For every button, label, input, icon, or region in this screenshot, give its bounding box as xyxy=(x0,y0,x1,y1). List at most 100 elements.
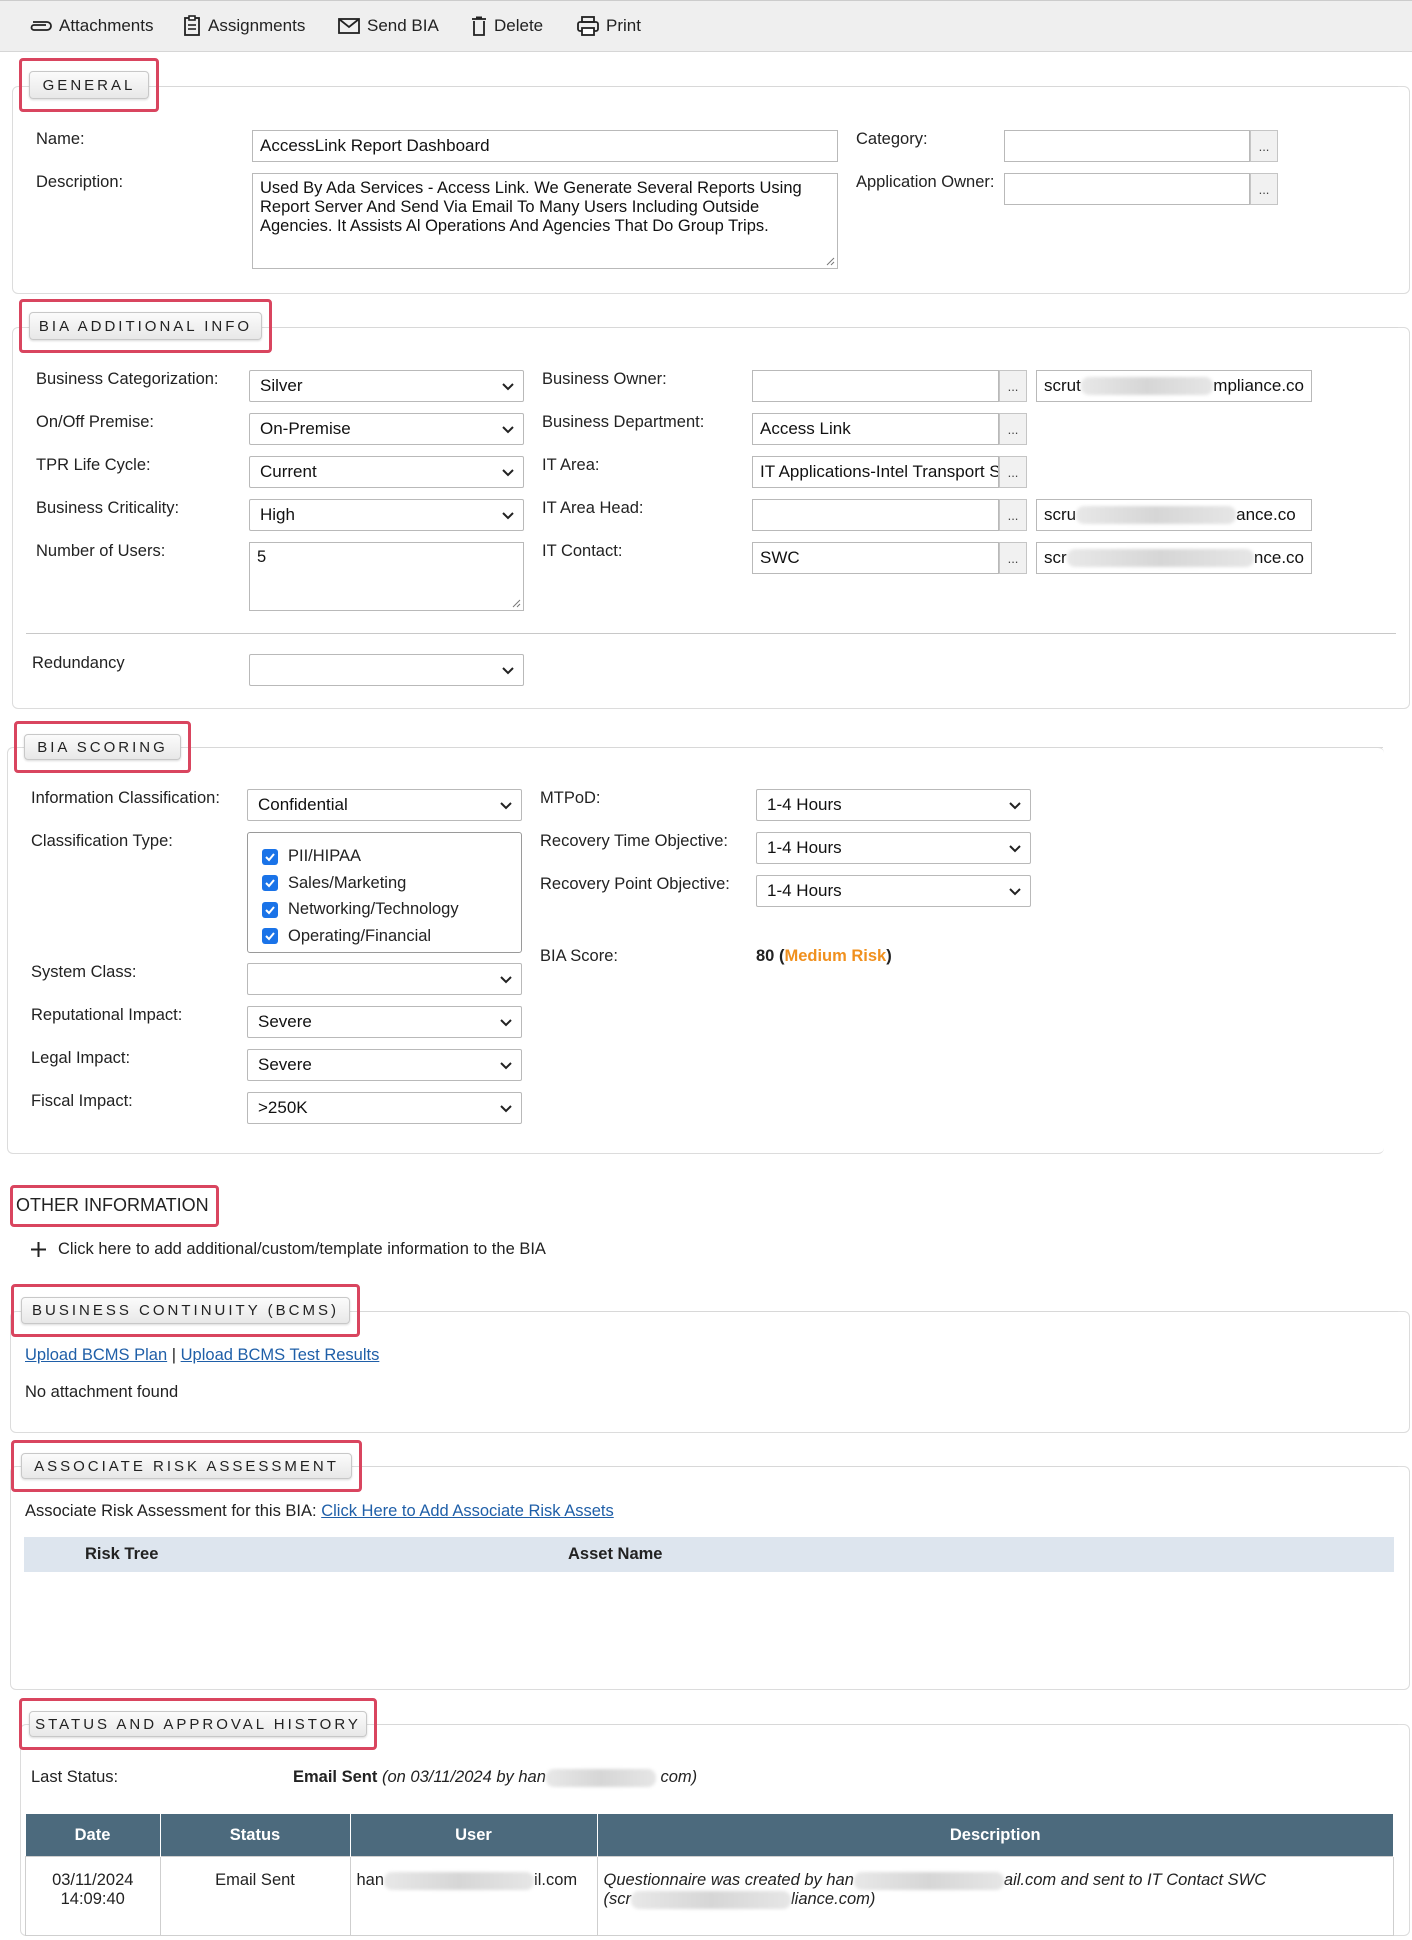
upload-bcms-test-results-link[interactable]: Upload BCMS Test Results xyxy=(181,1346,380,1364)
rpo-label: Recovery Point Objective: xyxy=(540,875,730,893)
rto-select[interactable]: 1-4 Hours xyxy=(756,832,1031,864)
business-owner-email-start: scrut xyxy=(1044,376,1081,395)
row-desc-line2-end: liance.com) xyxy=(791,1890,876,1908)
asset-name-column-header[interactable]: Asset Name xyxy=(568,1545,662,1564)
business-categorization-select[interactable]: Silver xyxy=(249,370,524,402)
redundancy-divider xyxy=(26,633,1396,634)
application-owner-lookup-button[interactable]: ... xyxy=(1250,173,1278,205)
chevron-down-icon xyxy=(1009,845,1021,853)
status-history-table: Date Status User Description 03/11/2024 … xyxy=(25,1814,1394,1936)
business-department-input[interactable]: Access Link xyxy=(752,413,999,445)
it-contact-input[interactable]: SWC xyxy=(752,542,999,574)
classification-type-item[interactable]: PII/HIPAA xyxy=(262,843,521,870)
classification-type-item[interactable]: Sales/Marketing xyxy=(262,870,521,897)
description-label: Description: xyxy=(36,173,124,191)
delete-button[interactable]: Delete xyxy=(471,13,543,39)
fiscal-impact-select[interactable]: >250K xyxy=(247,1092,522,1124)
business-department-lookup-button[interactable]: ... xyxy=(999,413,1027,445)
it-area-head-lookup-button[interactable]: ... xyxy=(999,499,1027,531)
information-classification-select[interactable]: Confidential xyxy=(247,789,522,821)
table-row: 03/11/2024 14:09:40 Email Sent han il.com… xyxy=(25,1856,1394,1936)
upload-bcms-plan-link[interactable]: Upload BCMS Plan xyxy=(25,1346,167,1364)
classification-type-label-text: PII/HIPAA xyxy=(288,847,362,865)
information-classification-value: Confidential xyxy=(258,795,348,814)
business-department-label: Business Department: xyxy=(542,413,705,431)
business-owner-input[interactable] xyxy=(752,370,999,402)
reputational-impact-select[interactable]: Severe xyxy=(247,1006,522,1038)
it-contact-email-start: scr xyxy=(1044,548,1067,567)
chevron-down-icon xyxy=(502,383,514,391)
last-status-detail-end: com) xyxy=(660,1768,698,1786)
on-off-premise-select[interactable]: On-Premise xyxy=(249,413,524,445)
business-owner-label: Business Owner: xyxy=(542,370,667,388)
risk-divider xyxy=(361,1466,1398,1467)
system-class-select[interactable] xyxy=(247,963,522,995)
application-owner-input[interactable] xyxy=(1004,173,1250,205)
classification-type-item[interactable]: Networking/Technology xyxy=(262,896,521,923)
description-column-header[interactable]: Description xyxy=(597,1814,1394,1857)
envelope-icon xyxy=(338,18,360,34)
clipboard-icon xyxy=(184,15,200,36)
bia-scoring-panel xyxy=(7,747,1384,1154)
mtpod-select[interactable]: 1-4 Hours xyxy=(756,789,1031,821)
row-desc-line2-start: (scr xyxy=(603,1890,632,1908)
checkbox-checked-icon[interactable] xyxy=(262,848,278,865)
category-lookup-button[interactable]: ... xyxy=(1250,130,1278,162)
name-label: Name: xyxy=(36,130,85,148)
tpr-life-cycle-select[interactable]: Current xyxy=(249,456,524,488)
chevron-down-icon xyxy=(502,469,514,477)
general-header: GENERAL xyxy=(19,58,159,112)
attachments-button[interactable]: Attachments xyxy=(28,13,154,39)
add-custom-info-link[interactable]: Click here to add additional/custom/temp… xyxy=(30,1240,546,1259)
business-owner-lookup-button[interactable]: ... xyxy=(999,370,1027,402)
chevron-down-icon xyxy=(502,667,514,675)
user-cell: han il.com xyxy=(349,1856,598,1936)
it-area-head-email-end: ance.co xyxy=(1236,505,1296,524)
checkbox-checked-icon[interactable] xyxy=(262,928,278,945)
user-column-header[interactable]: User xyxy=(350,1814,598,1857)
checkbox-checked-icon[interactable] xyxy=(262,901,278,918)
rpo-value: 1-4 Hours xyxy=(767,881,842,900)
classification-type-label-text: Operating/Financial xyxy=(288,926,432,945)
date-column-header[interactable]: Date xyxy=(25,1814,161,1857)
name-input[interactable]: AccessLink Report Dashboard xyxy=(252,130,838,162)
checkbox-checked-icon[interactable] xyxy=(262,875,278,892)
send-bia-button[interactable]: Send BIA xyxy=(338,13,439,39)
it-area-lookup-button[interactable]: ... xyxy=(999,456,1027,488)
business-criticality-select[interactable]: High xyxy=(249,499,524,531)
category-input[interactable] xyxy=(1004,130,1250,162)
add-risk-assets-link[interactable]: Click Here to Add Associate Risk Assets xyxy=(321,1502,614,1520)
tpr-life-cycle-value: Current xyxy=(260,462,317,481)
bcms-divider xyxy=(359,1311,1398,1312)
it-contact-lookup-button[interactable]: ... xyxy=(999,542,1027,574)
print-button[interactable]: Print xyxy=(577,13,641,39)
bia-additional-divider xyxy=(271,327,1398,328)
category-label: Category: xyxy=(856,130,928,148)
number-of-users-label: Number of Users: xyxy=(36,542,166,560)
resize-grip-icon[interactable] xyxy=(825,256,835,266)
row-user-start: han xyxy=(356,1871,385,1889)
bia-score-value: 80 xyxy=(756,947,775,965)
bia-score-label: BIA Score: xyxy=(540,947,618,965)
other-info-header-label: OTHER INFORMATION xyxy=(16,1195,209,1215)
it-area-head-email-start: scru xyxy=(1044,505,1077,524)
description-textarea[interactable]: Used By Ada Services - Access Link. We G… xyxy=(252,173,838,269)
redundancy-select[interactable] xyxy=(249,654,524,686)
legal-impact-select[interactable]: Severe xyxy=(247,1049,522,1081)
legal-impact-label: Legal Impact: xyxy=(31,1049,131,1067)
status-column-header[interactable]: Status xyxy=(160,1814,351,1857)
resize-grip-icon[interactable] xyxy=(511,598,521,608)
it-area-head-input[interactable] xyxy=(752,499,999,531)
it-area-input[interactable]: IT Applications-Intel Transport S xyxy=(752,456,999,488)
risk-tree-column-header[interactable]: Risk Tree xyxy=(85,1545,158,1564)
classification-type-item[interactable]: Operating/Financial xyxy=(262,923,521,950)
bcms-header-label: BUSINESS CONTINUITY (BCMS) xyxy=(21,1297,350,1324)
row-time: 14:09:40 xyxy=(60,1890,125,1908)
it-area-head-email: scru ance.co xyxy=(1036,499,1312,531)
plus-icon xyxy=(31,1242,46,1257)
rpo-select[interactable]: 1-4 Hours xyxy=(756,875,1031,907)
assignments-button[interactable]: Assignments xyxy=(183,13,305,39)
description-cell: Questionnaire was created by han ail.com … xyxy=(596,1856,1394,1936)
chevron-down-icon xyxy=(500,1062,512,1070)
number-of-users-input[interactable]: 5 xyxy=(249,542,524,611)
